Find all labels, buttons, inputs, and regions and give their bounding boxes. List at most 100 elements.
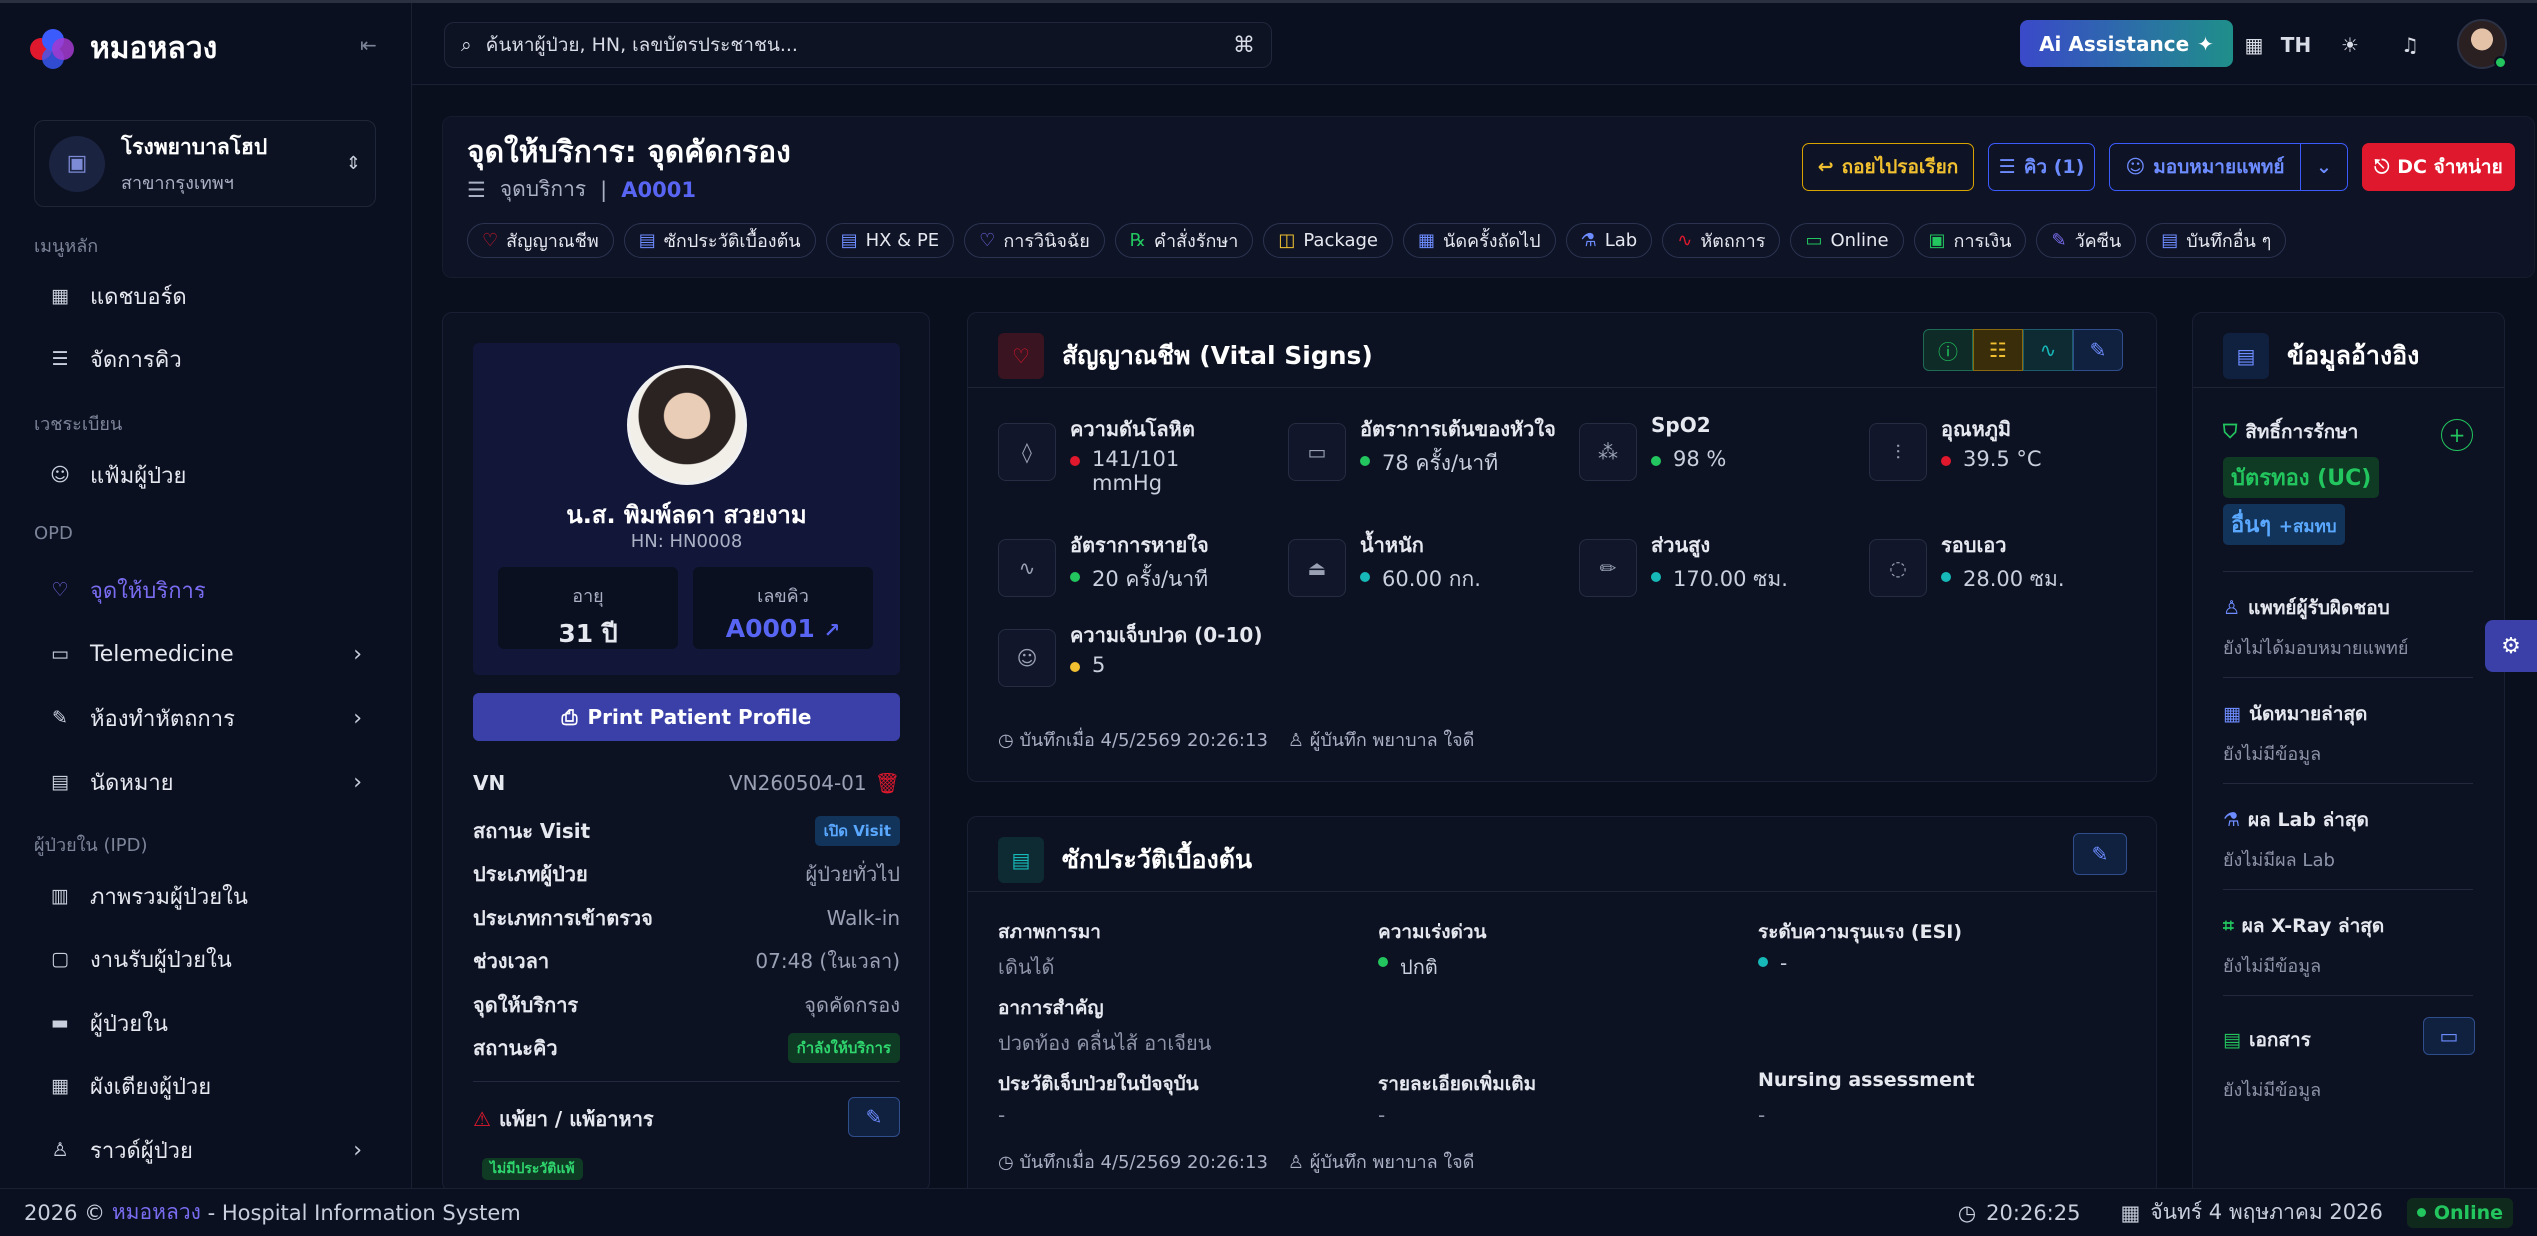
sidebar-item-telemedicine[interactable]: ▭ Telemedicine › [34, 630, 370, 678]
search-placeholder: ค้นหาผู้ป่วย, HN, เลขบัตรประชาชน... [485, 34, 798, 56]
vital-value: 78 ครั้ง/นาที [1382, 451, 1499, 475]
dashed-circle-icon: ◌ [1869, 539, 1927, 597]
edit-history-button[interactable]: ✎ [2073, 833, 2127, 875]
tab-orders[interactable]: ℞ คำสั่งรักษา [1114, 223, 1254, 258]
edit-allergy-button[interactable]: ✎ [848, 1097, 900, 1137]
vital-value: 20 ครั้ง/นาที [1092, 567, 1209, 591]
vital-value: 98 % [1673, 447, 1727, 471]
video-icon: ▭ [51, 643, 69, 665]
apps-grid-icon[interactable]: ▦ [2236, 27, 2272, 63]
discharge-button[interactable]: ⎋ DC จำหน่าย [2362, 143, 2515, 191]
sidebar-item-service-point[interactable]: ♡ จุดให้บริการ [34, 566, 370, 614]
footer: 2026 © หมอหลวง - Hospital Information Sy… [0, 1188, 2537, 1236]
info-row-visit-type: ประเภทการเข้าตรวจ Walk-in [473, 902, 900, 934]
hospital-switcher[interactable]: ▣ โรงพยาบาลโฮป สาขากรุงเทพฯ ⇕ [34, 120, 376, 207]
page-title: จุดให้บริการ: จุดคัดกรอง [467, 135, 791, 170]
sidebar-item-label: ผู้ป่วยใน [90, 1011, 168, 1037]
open-documents-button[interactable]: ▭ [2423, 1017, 2475, 1055]
status-dot [1378, 957, 1388, 967]
tab-package[interactable]: ◫ Package [1263, 223, 1394, 258]
sidebar-item-procedure-room[interactable]: ✎ ห้องทำหัตถการ › [34, 694, 370, 742]
more-details-value: - [1378, 1103, 1386, 1127]
info-view-icon[interactable]: ⓘ [1923, 329, 1973, 371]
assign-doctor-button[interactable]: ☺ มอบหมายแพทย์ [2109, 143, 2301, 191]
sidebar-item-label: ห้องทำหัตถการ [90, 706, 235, 732]
tab-vaccine[interactable]: ✎ วัคซีน [2036, 223, 2137, 258]
sidebar-item-label: ผังเตียงผู้ป่วย [90, 1074, 212, 1100]
chart-view-icon[interactable]: ∿ [2023, 329, 2073, 371]
sidebar-item-rounds[interactable]: ♙ ราวด์ผู้ป่วย › [34, 1126, 370, 1174]
ai-assistance-button[interactable]: Ai Assistance ✦ [2020, 20, 2233, 67]
print-label: Print Patient Profile [587, 705, 812, 729]
chevron-right-icon: › [353, 1137, 362, 1163]
tab-other-notes[interactable]: ▤ บันทึกอื่น ๆ [2146, 223, 2287, 258]
urgency-text: ปกติ [1400, 955, 1438, 979]
discharge-label: DC จำหน่าย [2397, 156, 2503, 178]
queue-value-text: A0001 [725, 614, 815, 643]
esi-text: - [1780, 951, 1788, 975]
queue-button[interactable]: ☰ คิว (1) [1988, 143, 2095, 191]
tab-diagnosis[interactable]: ♡ การวินิจฉัย [964, 223, 1105, 258]
tab-lab[interactable]: ⚗ Lab [1565, 223, 1653, 258]
divider [968, 387, 2156, 388]
heart-pulse-icon: ♡ [998, 333, 1044, 379]
tab-vital-signs[interactable]: ♡ สัญญาณชีพ [467, 223, 614, 258]
queue-label: เลขคิว [757, 586, 809, 607]
section-label: เวชระเบียน [34, 414, 123, 435]
divider [2223, 783, 2473, 784]
status-dot [1651, 572, 1661, 582]
print-profile-button[interactable]: ⎙ Print Patient Profile [473, 693, 900, 741]
divider [2223, 571, 2473, 572]
ruler-icon: ✏ [1579, 539, 1637, 597]
user-avatar[interactable] [2457, 19, 2507, 69]
sidebar-item-admission[interactable]: ▢ งานรับผู้ป่วยใน [34, 935, 370, 983]
tab-finance[interactable]: ▣ การเงิน [1913, 223, 2027, 258]
list-view-icon[interactable]: ☷ [1973, 329, 2023, 371]
bell-icon[interactable]: ♫ [2392, 27, 2428, 63]
divider [473, 1081, 900, 1082]
sidebar-item-dashboard[interactable]: ▦ แดชบอร์ด [34, 272, 370, 320]
scan-icon: ⌗ [2223, 915, 2234, 937]
tab-hx-pe[interactable]: ▤ HX & PE [825, 223, 955, 258]
vital-waist: ◌ รอบเอว 28.00 ซม. [1869, 529, 2139, 609]
row-value: 07:48 (ในเวลา) [755, 949, 900, 973]
back-to-waiting-button[interactable]: ↩ ถอยไปรอเรียก [1802, 143, 1974, 191]
footer-tagline: - Hospital Information System [207, 1200, 521, 1225]
row-value: ผู้ป่วยทั่วไป [805, 862, 900, 886]
back-to-waiting-label: ถอยไปรอเรียก [1841, 156, 1959, 178]
vital-label: น้ำหนัก [1360, 533, 1424, 557]
status-dot [1941, 572, 1951, 582]
sidebar-item-inpatients[interactable]: ▬ ผู้ป่วยใน [34, 999, 370, 1047]
arrival-label: สภาพการมา [998, 921, 1101, 943]
droplet-icon: ◊ [998, 423, 1056, 481]
theme-sun-icon[interactable]: ☀ [2332, 27, 2368, 63]
sidebar-item-appointments[interactable]: ▤ นัดหมาย › [34, 758, 370, 806]
footer-brand-link[interactable]: หมอหลวง [112, 1196, 201, 1229]
language-toggle[interactable]: TH [2278, 27, 2314, 63]
pulse-icon: ∿ [1677, 230, 1693, 251]
patient-photo [627, 365, 747, 485]
chief-complaint-label: อาการสำคัญ [998, 997, 1104, 1019]
edit-icon[interactable]: ✎ [2073, 329, 2123, 371]
history-meta: ◷ บันทึกเมื่อ 4/5/2569 20:26:13 ♙ ผู้บันท… [998, 1147, 1474, 1176]
collapse-sidebar-icon[interactable]: ⇤ [360, 33, 377, 57]
hospital-branch: สาขากรุงเทพฯ [121, 172, 234, 194]
tab-online[interactable]: ▭ Online [1790, 223, 1904, 258]
search-input[interactable]: ⌕ ค้นหาผู้ป่วย, HN, เลขบัตรประชาชน... ⌘ [444, 22, 1272, 68]
tab-next-appointment[interactable]: ▦ นัดครั้งถัดไป [1403, 223, 1556, 258]
age-value: 31 ปี [558, 619, 618, 648]
settings-gear-icon[interactable]: ⚙ [2485, 620, 2537, 672]
assign-dropdown-button[interactable]: ⌄ [2300, 143, 2348, 191]
app-logo[interactable]: หมอหลวง [30, 25, 217, 72]
sidebar-item-ipd-overview[interactable]: ▥ ภาพรวมผู้ป่วยใน [34, 872, 370, 920]
sidebar-item-bed-map[interactable]: ▦ ผังเตียงผู้ป่วย [34, 1062, 370, 1110]
sidebar-item-patient-file[interactable]: ☺ แฟ้มผู้ป่วย [34, 451, 370, 499]
tab-procedure[interactable]: ∿ หัตถการ [1662, 223, 1781, 258]
clipboard-icon: ▤ [638, 230, 656, 251]
tab-history[interactable]: ▤ ซักประวัติเบื้องต้น [623, 223, 816, 258]
trash-icon[interactable]: 🗑 [875, 771, 900, 795]
sidebar-item-queue[interactable]: ☰ จัดการคิว [34, 335, 370, 383]
bag-icon: ◫ [1278, 230, 1296, 251]
return-icon: ↩ [1817, 156, 1834, 178]
add-right-button[interactable]: + [2441, 419, 2473, 451]
